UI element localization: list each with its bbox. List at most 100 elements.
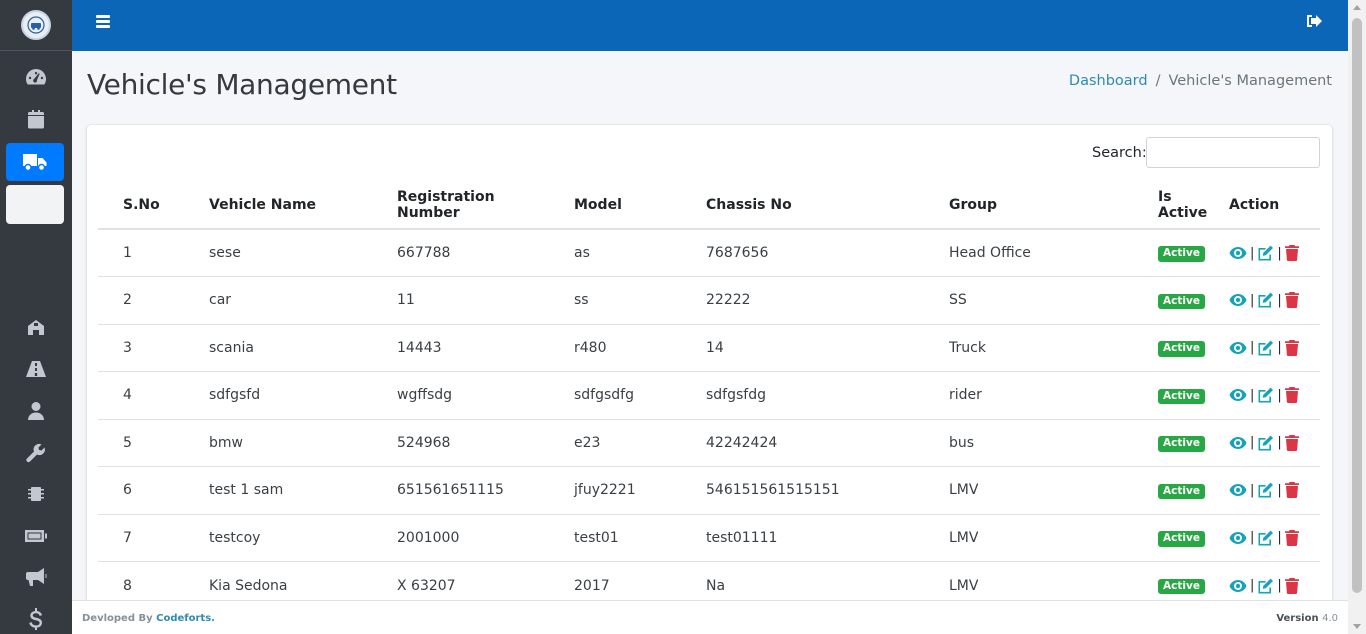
breadcrumb-separator: / — [1155, 73, 1161, 89]
row-actions: | | — [1229, 339, 1320, 356]
dollar-icon[interactable] — [0, 599, 72, 634]
edit-icon[interactable] — [1257, 292, 1274, 308]
delete-icon[interactable] — [1284, 434, 1299, 451]
user-icon[interactable] — [0, 391, 72, 431]
cell-group: LMV — [924, 466, 1133, 514]
row-actions: | | — [1229, 387, 1320, 404]
header-registration-number[interactable]: Registration Number — [372, 181, 549, 230]
header-vehicle-name[interactable]: Vehicle Name — [184, 181, 372, 230]
wrench-icon[interactable] — [0, 433, 72, 473]
delete-icon[interactable] — [1284, 339, 1299, 356]
cell-is-active: Active — [1133, 561, 1219, 605]
footer-credit: Devloped By Codeforts. — [82, 613, 215, 624]
cell-action: | | — [1219, 323, 1320, 372]
view-icon[interactable] — [1229, 341, 1247, 355]
vehicles-card: Search: S.No Vehicle Name Registration N… — [87, 125, 1332, 605]
edit-icon[interactable] — [1257, 530, 1274, 546]
edit-icon[interactable] — [1257, 482, 1274, 498]
header-model[interactable]: Model — [549, 181, 681, 230]
logout-icon[interactable] — [1306, 13, 1322, 34]
delete-icon[interactable] — [1284, 482, 1299, 499]
view-icon[interactable] — [1229, 388, 1247, 402]
brand-logo-icon — [21, 10, 51, 40]
search-input[interactable] — [1146, 137, 1320, 168]
header-is-active[interactable]: Is Active — [1133, 181, 1219, 230]
scroll-thumb[interactable] — [1352, 18, 1362, 593]
tachometer-icon[interactable] — [0, 57, 72, 97]
cell-chassis-no: test01111 — [681, 513, 924, 562]
header-group[interactable]: Group — [924, 181, 1133, 230]
row-actions: | | — [1229, 245, 1320, 261]
cell-model: ss — [549, 276, 681, 324]
view-icon[interactable] — [1229, 246, 1247, 260]
header-sno[interactable]: S.No — [98, 181, 184, 230]
sidebar-item-blank[interactable] — [6, 185, 64, 224]
road-icon[interactable] — [0, 349, 72, 389]
footer-version-number: 4.0 — [1322, 613, 1338, 624]
action-separator: | — [1277, 292, 1282, 308]
view-icon[interactable] — [1229, 436, 1247, 450]
edit-icon[interactable] — [1257, 340, 1274, 356]
delete-icon[interactable] — [1284, 292, 1299, 309]
delete-icon[interactable] — [1284, 245, 1299, 261]
edit-icon[interactable] — [1257, 387, 1274, 403]
row-actions: | | — [1229, 529, 1320, 546]
footer-brand-link[interactable]: Codeforts. — [156, 613, 215, 624]
cell-model: test01 — [549, 513, 681, 562]
table-row: 2 car 11 ss 22222 SS Active | | — [98, 276, 1320, 324]
delete-icon[interactable] — [1284, 529, 1299, 546]
chip-icon[interactable] — [0, 474, 72, 514]
footer: Devloped By Codeforts. Version 4.0 — [72, 600, 1348, 634]
scroll-down-arrow-icon[interactable] — [1353, 624, 1361, 629]
status-badge: Active — [1158, 341, 1205, 357]
view-icon[interactable] — [1229, 293, 1247, 307]
cell-sno: 4 — [98, 371, 184, 419]
footer-version-label: Version — [1276, 613, 1319, 624]
cell-model: sdfgsdfg — [549, 371, 681, 419]
hamburger-menu-icon[interactable] — [96, 15, 110, 28]
action-separator: | — [1250, 578, 1255, 593]
page-scrollbar[interactable] — [1348, 0, 1366, 634]
cell-registration-number: 651561651115 — [372, 466, 549, 514]
cell-is-active: Active — [1133, 276, 1219, 324]
battery-icon[interactable] — [0, 516, 72, 556]
view-icon[interactable] — [1229, 579, 1247, 593]
action-separator: | — [1277, 435, 1282, 451]
action-separator: | — [1250, 245, 1255, 261]
delete-icon[interactable] — [1284, 577, 1299, 594]
action-separator: | — [1250, 435, 1255, 451]
cell-action: | | — [1219, 418, 1320, 467]
building-icon[interactable] — [0, 307, 72, 347]
header-chassis-no[interactable]: Chassis No — [681, 181, 924, 230]
status-badge: Active — [1158, 388, 1205, 404]
cell-registration-number: X 63207 — [372, 561, 549, 605]
status-badge: Active — [1158, 578, 1205, 595]
scroll-up-arrow-icon[interactable] — [1353, 5, 1361, 10]
truck-icon[interactable] — [6, 143, 64, 181]
calendar-icon[interactable] — [0, 99, 72, 139]
status-badge: Active — [1158, 246, 1205, 262]
view-icon[interactable] — [1229, 483, 1247, 497]
cell-model: e23 — [549, 418, 681, 467]
edit-icon[interactable] — [1257, 578, 1274, 594]
cell-chassis-no: sdfgsfdg — [681, 371, 924, 419]
page-title: Vehicle's Management — [87, 68, 397, 101]
bullhorn-icon[interactable] — [0, 557, 72, 597]
cell-sno: 8 — [98, 561, 184, 605]
action-separator: | — [1250, 530, 1255, 546]
edit-icon[interactable] — [1257, 435, 1274, 451]
delete-icon[interactable] — [1284, 387, 1299, 404]
cell-group: Truck — [924, 323, 1133, 372]
breadcrumb-home-link[interactable]: Dashboard — [1069, 73, 1148, 89]
cell-model: 2017 — [549, 561, 681, 605]
action-separator: | — [1277, 340, 1282, 356]
cell-sno: 1 — [98, 228, 184, 277]
cell-registration-number: 11 — [372, 276, 549, 324]
view-icon[interactable] — [1229, 531, 1247, 545]
cell-vehicle-name: sese — [184, 228, 372, 277]
table-row: 3 scania 14443 r480 14 Truck Active | | — [98, 323, 1320, 372]
brand[interactable] — [0, 0, 72, 51]
table-row: 7 testcoy 2001000 test01 test01111 LMV Active … — [98, 513, 1320, 562]
breadcrumb: Dashboard / Vehicle's Management — [1069, 73, 1332, 89]
edit-icon[interactable] — [1257, 245, 1274, 261]
